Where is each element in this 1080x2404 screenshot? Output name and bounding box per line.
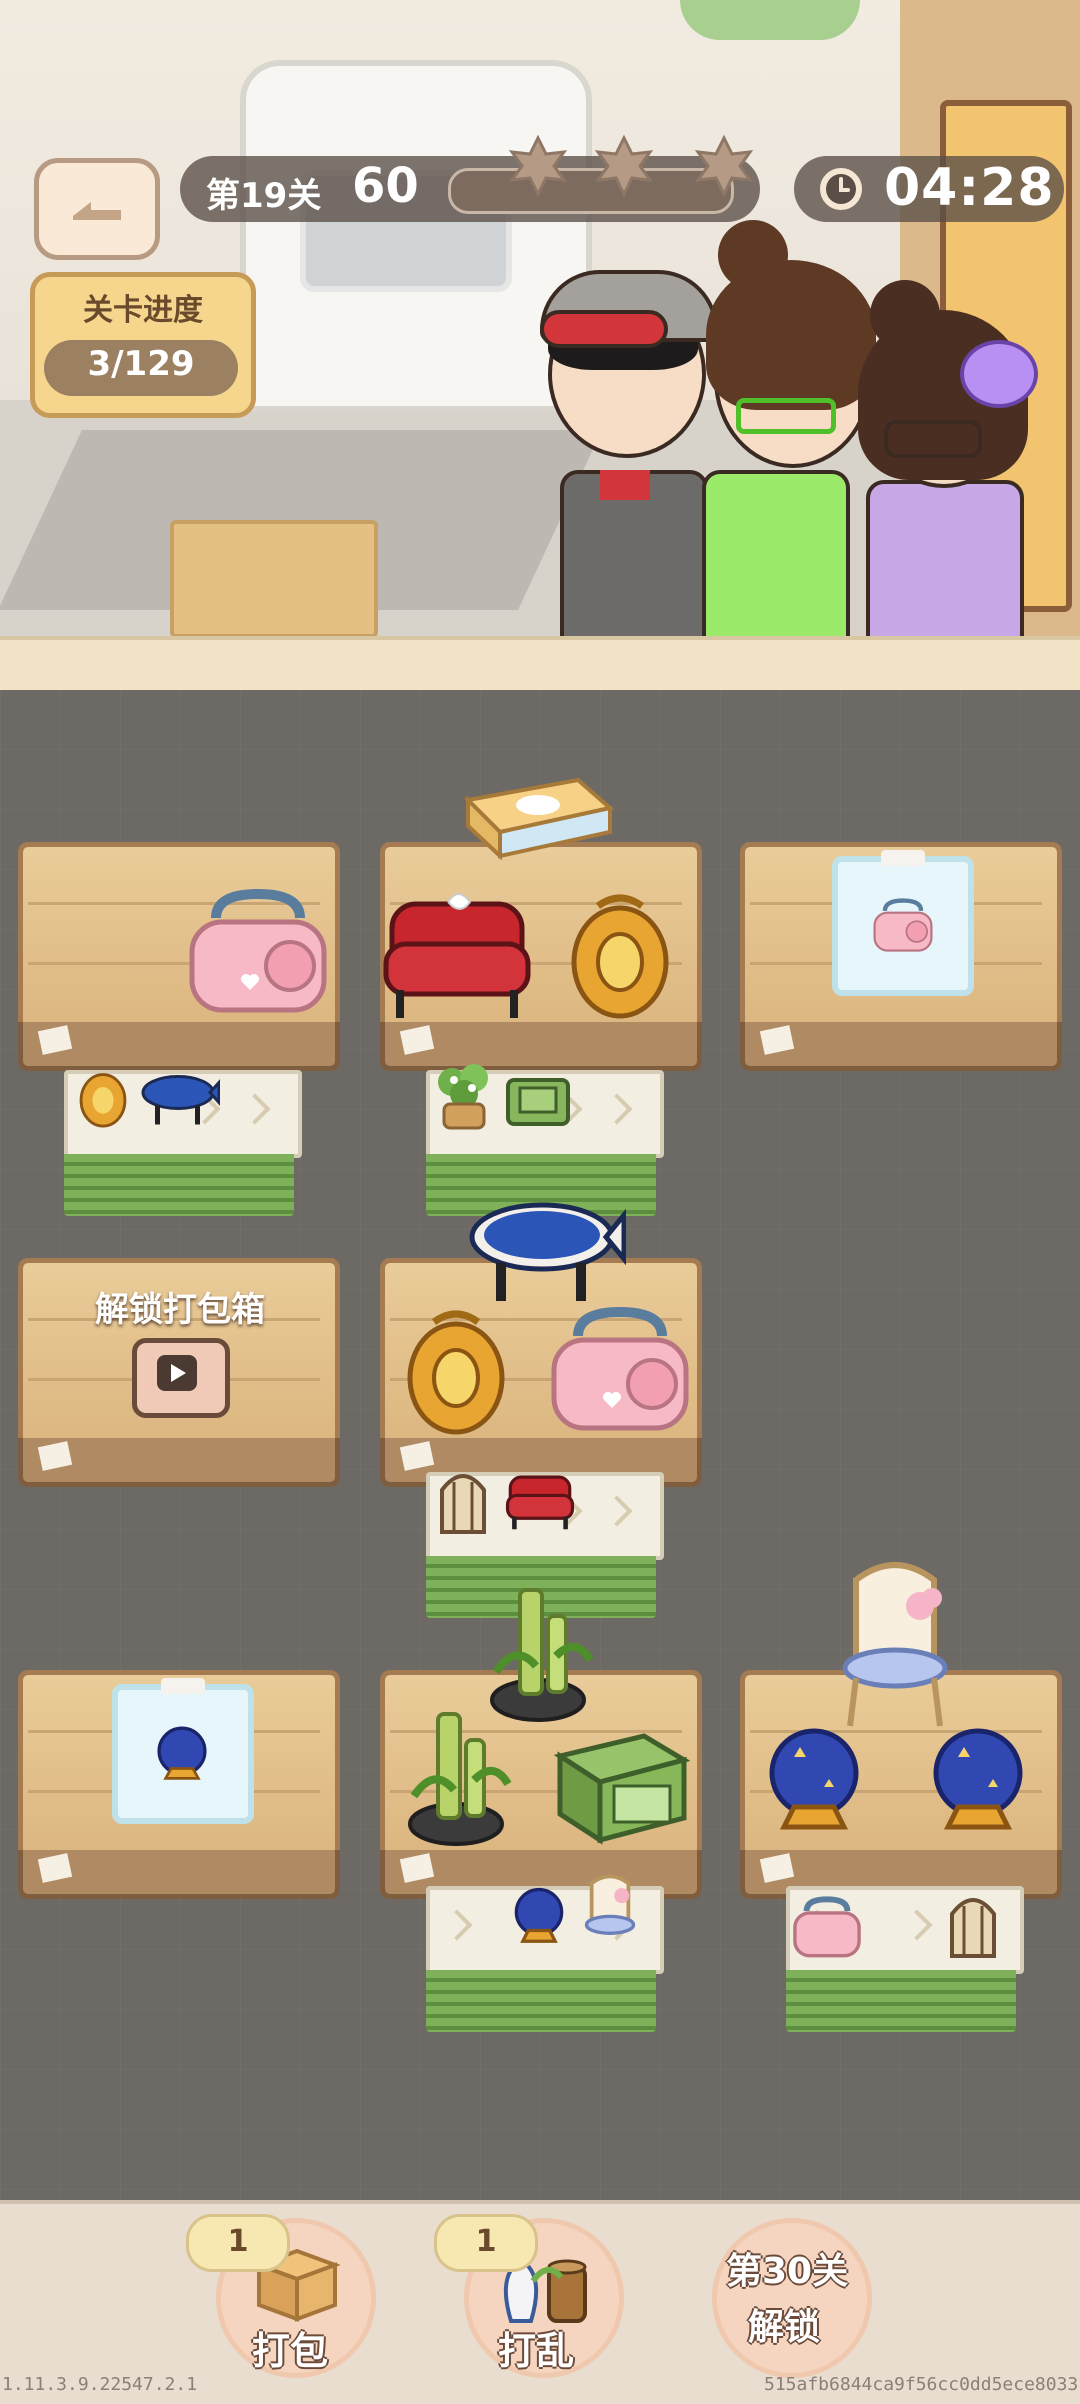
blue-fish-table-item xyxy=(141,1075,220,1125)
crystal-ball-item[interactable] xyxy=(764,1722,864,1842)
pink-radio-item xyxy=(793,1896,861,1958)
counter-ledge xyxy=(0,636,1080,698)
rattan-chair-item xyxy=(584,1874,636,1935)
rattan-chair-item[interactable] xyxy=(836,1560,954,1730)
score-value: 60 xyxy=(352,158,419,214)
back-arrow-icon xyxy=(73,202,121,220)
pink-radio-item xyxy=(873,898,933,952)
shuffle-count-badge: 1 xyxy=(434,2214,538,2272)
level-progress-title: 关卡进度 xyxy=(83,293,203,328)
version-text: 1.11.3.9.22547.2.1 xyxy=(2,2374,198,2395)
tissue-box-item[interactable] xyxy=(458,770,618,860)
pack-count-badge: 1 xyxy=(186,2214,290,2272)
clock-icon xyxy=(820,168,862,210)
locked-tool-unlock: 解锁 xyxy=(748,2307,821,2348)
birdcage-lamp-item xyxy=(950,1898,996,1958)
preview-card-radio[interactable] xyxy=(832,850,974,996)
golden-lantern-item xyxy=(79,1073,127,1128)
golden-lantern-item[interactable] xyxy=(404,1306,508,1436)
birdcage-lamp-item xyxy=(440,1474,486,1534)
level-progress-value: 3/129 xyxy=(87,344,195,384)
build-hash-text: 515afb6844ca9f56cc0dd5ece8033f1f xyxy=(764,2374,1080,2395)
star-icon xyxy=(692,134,756,198)
locked-tool-level: 第30关 xyxy=(726,2251,849,2292)
unlock-box-label: 解锁打包箱 xyxy=(95,1290,265,1330)
pink-radio-item[interactable] xyxy=(548,1306,692,1436)
back-button[interactable] xyxy=(34,158,160,260)
red-armchair-item xyxy=(505,1475,575,1530)
blue-fish-table-item[interactable] xyxy=(466,1192,626,1312)
video-icon xyxy=(157,1355,197,1391)
pack-label: 打包 xyxy=(252,2329,329,2373)
bamboo-fountain-item[interactable] xyxy=(394,1700,514,1850)
pink-radio-item[interactable] xyxy=(186,888,330,1018)
golden-lantern-item[interactable] xyxy=(568,890,672,1020)
crystal-ball-item[interactable] xyxy=(928,1722,1028,1842)
watch-video-button[interactable] xyxy=(132,1338,230,1418)
crystal-ball-item xyxy=(514,1887,564,1943)
green-cabinet-item[interactable] xyxy=(554,1726,690,1846)
parcel-box xyxy=(170,520,378,638)
star-icon xyxy=(506,134,570,198)
star-icon xyxy=(592,134,656,198)
preview-card-crystal-ball[interactable] xyxy=(112,1678,254,1824)
level-label: 第19关 xyxy=(206,176,322,216)
crystal-ball-item xyxy=(157,1726,207,1780)
potted-plant-item xyxy=(438,1064,488,1130)
tree-foliage xyxy=(680,0,860,40)
shuffle-label: 打乱 xyxy=(498,2329,575,2373)
red-armchair-item[interactable] xyxy=(382,884,532,1024)
timer-value: 04:28 xyxy=(884,158,1055,218)
green-cabinet-item xyxy=(506,1078,570,1126)
